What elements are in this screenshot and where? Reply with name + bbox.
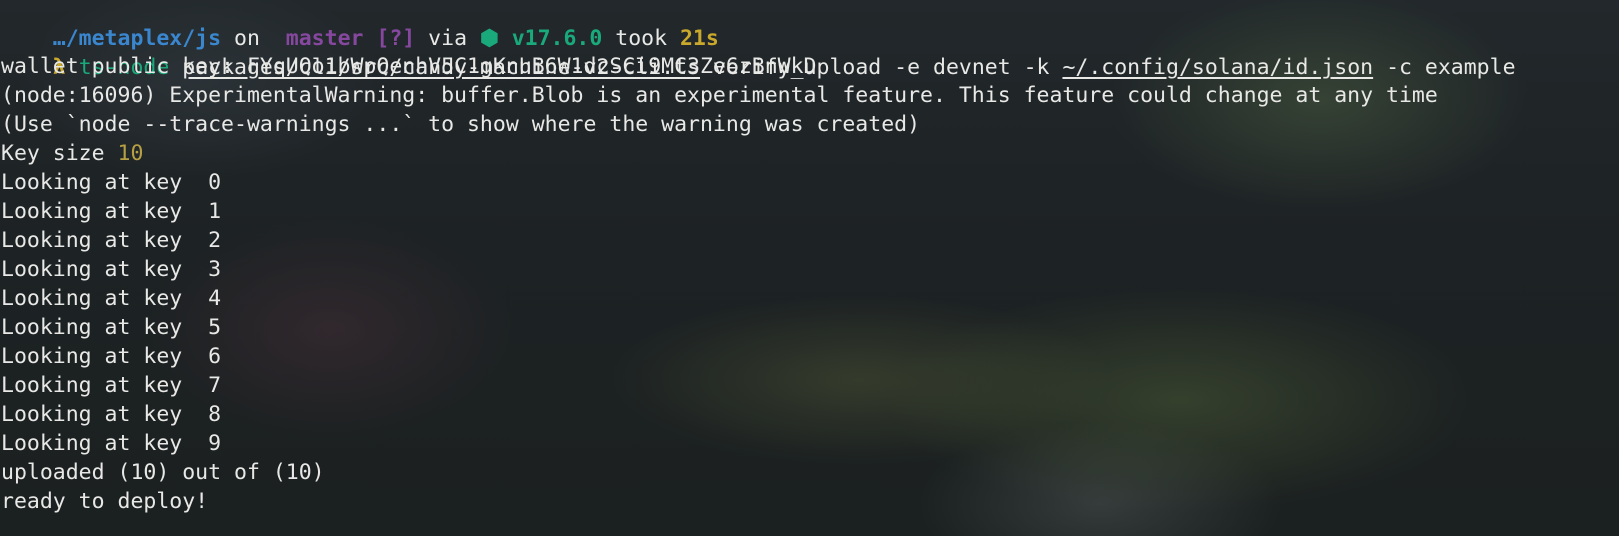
prompt-line: …/metaplex/js on master [?] via ⬢ v17.6.…: [1, 0, 719, 51]
key-size-label: Key size: [1, 141, 118, 166]
looking-at-key-line: Looking at key 6: [1, 344, 222, 369]
looking-at-key-line: Looking at key 7: [1, 373, 222, 398]
trace-warnings-line: (Use `node --trace-warnings ...` to show…: [1, 112, 921, 137]
looking-at-key-line: Looking at key 1: [1, 199, 222, 224]
keypair-path-link[interactable]: ~/.config/solana/id.json: [1062, 55, 1373, 80]
experimental-warning-line: (node:16096) ExperimentalWarning: buffer…: [1, 83, 1438, 108]
looking-at-key-line: Looking at key 3: [1, 257, 222, 282]
looking-at-key-line: Looking at key 2: [1, 228, 222, 253]
looking-at-key-line: Looking at key 9: [1, 431, 222, 456]
key-size-value: 10: [117, 141, 144, 166]
looking-at-key-line: Looking at key 4: [1, 286, 222, 311]
wallet-line: wallet public key: FYqUQo1bWpQenhV5C1gKn…: [1, 54, 817, 79]
command-line[interactable]: λ ts-node packages/cli/src/candy-machine…: [1, 23, 1516, 80]
looking-at-key-line: Looking at key 0: [1, 170, 222, 195]
key-size-line: Key size 10: [1, 139, 143, 169]
uploaded-summary-line: uploaded (10) out of (10): [1, 460, 325, 485]
looking-at-key-line: Looking at key 5: [1, 315, 222, 340]
ready-to-deploy-line: ready to deploy!: [1, 489, 209, 514]
command-args-tail: -c example: [1373, 55, 1516, 80]
terminal-window[interactable]: …/metaplex/js on master [?] via ⬢ v17.6.…: [0, 0, 1619, 536]
looking-at-key-line: Looking at key 8: [1, 402, 222, 427]
